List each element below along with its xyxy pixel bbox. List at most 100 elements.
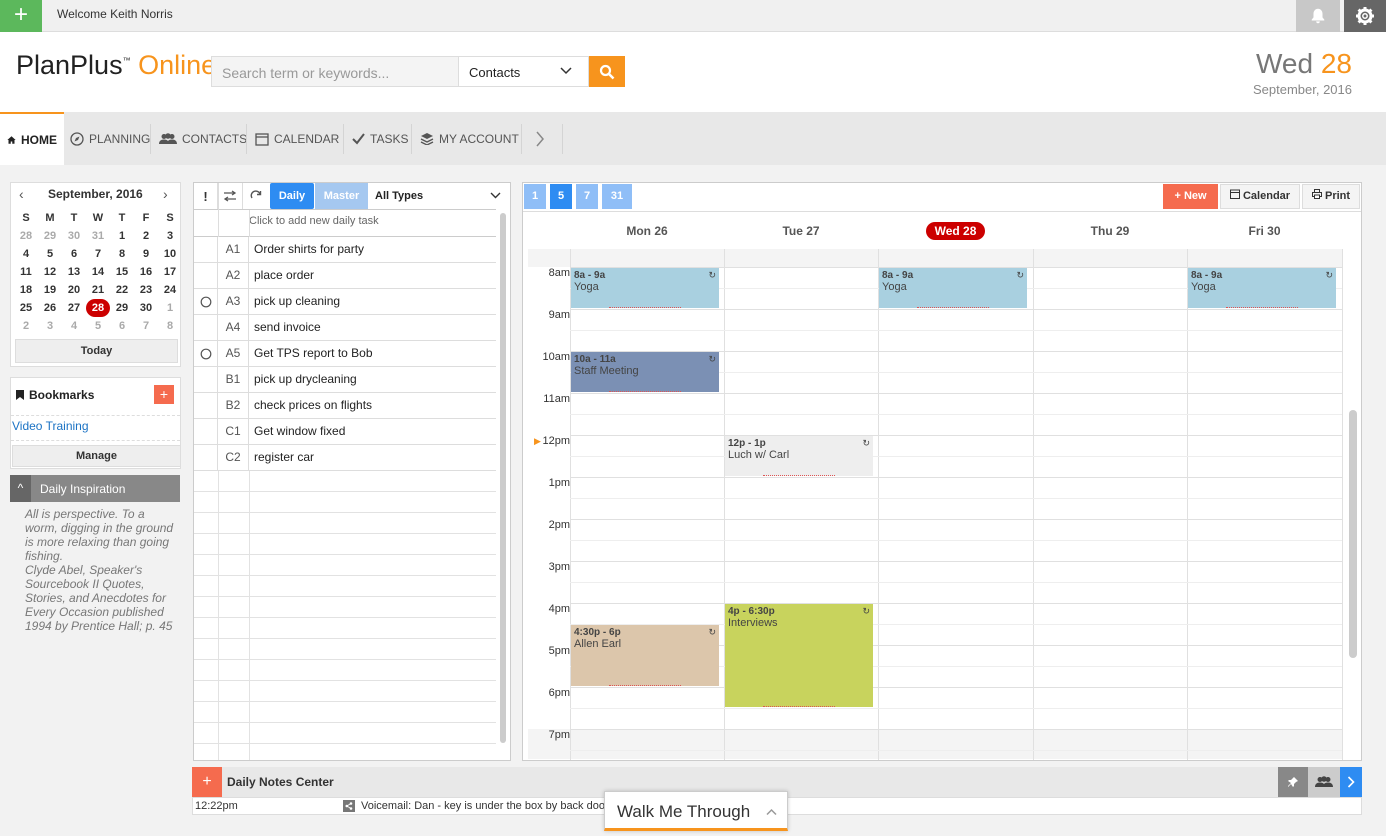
mini-calendar-day[interactable]: 1 xyxy=(158,299,182,317)
mini-calendar-day[interactable]: 28 xyxy=(14,227,38,245)
mini-calendar-day[interactable]: 29 xyxy=(110,299,134,317)
mini-calendar-day[interactable]: 6 xyxy=(110,317,134,335)
mini-calendar-day[interactable]: 10 xyxy=(158,245,182,263)
task-row[interactable]: A2 place order xyxy=(194,263,496,289)
collapse-toggle[interactable]: ^ xyxy=(10,475,31,502)
mini-calendar-day[interactable]: 14 xyxy=(86,263,110,281)
mini-calendar-day[interactable]: 8 xyxy=(158,317,182,335)
today-button[interactable]: Today xyxy=(15,339,178,363)
mini-calendar-day[interactable]: 2 xyxy=(134,227,158,245)
search-input[interactable]: Search term or keywords... xyxy=(211,56,459,87)
calendar-event[interactable]: 12p - 1p Luch w/ Carl ↻ xyxy=(725,436,873,476)
mini-calendar-day[interactable]: 7 xyxy=(86,245,110,263)
empty-task-row[interactable] xyxy=(194,534,496,555)
day-header[interactable]: Wed 28 xyxy=(896,222,1016,240)
mini-calendar-day[interactable]: 8 xyxy=(110,245,134,263)
task-status[interactable] xyxy=(194,315,218,341)
view-month-button[interactable]: 31 xyxy=(602,184,632,209)
mini-calendar-day[interactable]: 4 xyxy=(14,245,38,263)
forward-tasks-button[interactable] xyxy=(218,183,243,209)
logo[interactable]: PlanPlus™ Online xyxy=(16,50,216,81)
day-header[interactable]: Thu 29 xyxy=(1050,224,1170,238)
mini-calendar-day[interactable]: 3 xyxy=(158,227,182,245)
empty-task-row[interactable] xyxy=(194,618,496,639)
mini-calendar-day[interactable]: 26 xyxy=(38,299,62,317)
mini-calendar-day[interactable]: 2 xyxy=(14,317,38,335)
calendar-event[interactable]: 8a - 9a Yoga ↻ xyxy=(571,268,719,308)
task-row[interactable]: B2 check prices on flights xyxy=(194,393,496,419)
task-status[interactable] xyxy=(194,237,218,263)
mini-calendar-day[interactable]: 21 xyxy=(86,281,110,299)
mini-calendar-day[interactable]: 12 xyxy=(38,263,62,281)
task-status[interactable] xyxy=(194,367,218,393)
mini-calendar-day[interactable]: 31 xyxy=(86,227,110,245)
empty-task-row[interactable] xyxy=(194,513,496,534)
mini-calendar-day[interactable]: 30 xyxy=(62,227,86,245)
calendar-event[interactable]: 4:30p - 6p Allen Earl ↻ xyxy=(571,625,719,686)
empty-task-row[interactable] xyxy=(194,639,496,660)
walk-me-through-button[interactable]: Walk Me Through xyxy=(604,791,788,831)
task-status[interactable] xyxy=(194,289,218,315)
mini-calendar-day[interactable]: 9 xyxy=(134,245,158,263)
task-status[interactable] xyxy=(194,419,218,445)
task-status[interactable] xyxy=(194,263,218,289)
empty-task-row[interactable] xyxy=(194,492,496,513)
tab-tasks[interactable]: TASKS xyxy=(345,112,415,165)
mini-calendar-day[interactable]: 29 xyxy=(38,227,62,245)
empty-task-row[interactable] xyxy=(194,702,496,723)
view-7-day-button[interactable]: 7 xyxy=(576,184,598,209)
task-status[interactable] xyxy=(194,393,218,419)
mini-calendar-day[interactable]: 6 xyxy=(62,245,86,263)
mini-calendar-day[interactable]: 5 xyxy=(86,317,110,335)
task-row[interactable]: C1 Get window fixed xyxy=(194,419,496,445)
task-row[interactable]: A3 pick up cleaning xyxy=(194,289,496,315)
view-5-day-button[interactable]: 5 xyxy=(550,184,572,209)
calendar-event[interactable]: 10a - 11a Staff Meeting ↻ xyxy=(571,352,719,392)
calendar-event[interactable]: 8a - 9a Yoga ↻ xyxy=(879,268,1027,308)
empty-task-row[interactable] xyxy=(194,576,496,597)
task-scrollbar[interactable] xyxy=(500,213,506,743)
empty-task-row[interactable] xyxy=(194,471,496,492)
shared-notes-button[interactable] xyxy=(1308,767,1340,797)
mini-calendar-day[interactable]: 25 xyxy=(14,299,38,317)
calendar-event[interactable]: 4p - 6:30p Interviews ↻ xyxy=(725,604,873,707)
empty-task-row[interactable] xyxy=(194,660,496,681)
mini-calendar-day[interactable]: 5 xyxy=(38,245,62,263)
task-row[interactable]: B1 pick up drycleaning xyxy=(194,367,496,393)
day-header[interactable]: Mon 26 xyxy=(587,224,707,238)
tab-my-account[interactable]: MY ACCOUNT xyxy=(413,112,526,165)
day-header[interactable]: Fri 30 xyxy=(1205,224,1325,238)
tab-home[interactable]: HOME xyxy=(0,112,64,165)
mini-calendar-day[interactable]: 27 xyxy=(62,299,86,317)
mini-calendar-prev-button[interactable]: ‹ xyxy=(19,186,24,202)
notes-next-button[interactable] xyxy=(1340,767,1362,797)
mini-calendar-day[interactable]: 23 xyxy=(134,281,158,299)
pin-button[interactable] xyxy=(1278,767,1308,797)
empty-task-row[interactable] xyxy=(194,744,496,760)
tab-planning[interactable]: PLANNING xyxy=(63,112,157,165)
add-note-button[interactable]: + xyxy=(192,767,222,797)
manage-bookmarks-button[interactable]: Manage xyxy=(12,445,181,467)
print-button[interactable]: Print xyxy=(1302,184,1360,209)
mini-calendar-day[interactable]: 28 xyxy=(86,299,110,317)
empty-task-row[interactable] xyxy=(194,681,496,702)
mini-calendar-day[interactable]: 1 xyxy=(110,227,134,245)
task-row[interactable]: A4 send invoice xyxy=(194,315,496,341)
notifications-button[interactable] xyxy=(1296,0,1340,32)
mini-calendar-day[interactable]: 18 xyxy=(14,281,38,299)
search-button[interactable] xyxy=(589,56,625,87)
view-1-day-button[interactable]: 1 xyxy=(524,184,546,209)
mini-calendar-day[interactable]: 11 xyxy=(14,263,38,281)
mini-calendar-day[interactable]: 30 xyxy=(134,299,158,317)
task-row[interactable]: A1 Order shirts for party xyxy=(194,237,496,263)
calendar-button[interactable]: Calendar xyxy=(1220,184,1300,209)
share-icon[interactable] xyxy=(343,800,355,812)
mini-calendar-day[interactable]: 4 xyxy=(62,317,86,335)
bookmark-link[interactable]: Video Training xyxy=(12,419,89,433)
add-button[interactable]: + xyxy=(0,0,42,32)
task-status[interactable] xyxy=(194,445,218,471)
mini-calendar-day[interactable]: 24 xyxy=(158,281,182,299)
empty-task-row[interactable] xyxy=(194,555,496,576)
nav-more-button[interactable] xyxy=(528,112,552,165)
mini-calendar-day[interactable]: 17 xyxy=(158,263,182,281)
